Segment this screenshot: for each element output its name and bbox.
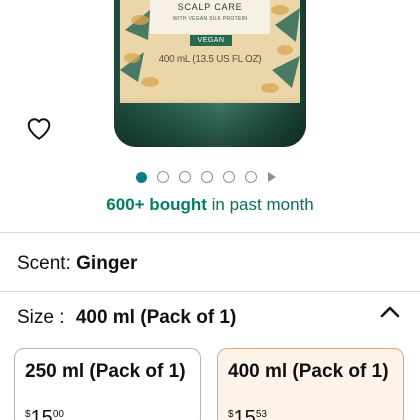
chevron-up-icon [380, 306, 400, 318]
carousel-dot-1[interactable] [136, 171, 147, 183]
price-currency: $ [228, 409, 234, 420]
carousel-dot-4[interactable] [201, 171, 213, 183]
vegan-badge: VEGAN [190, 35, 232, 46]
label-subtitle: WITH VEGAN SILK PROTEIN [172, 16, 248, 22]
size-option-label: 400 ml (Pack of 1) [228, 361, 389, 382]
size-option-400ml[interactable]: 400 ml (Pack of 1) $1553 [217, 348, 404, 420]
wishlist-button[interactable] [26, 116, 52, 142]
size-option-label: 250 ml (Pack of 1) [25, 361, 186, 382]
carousel-dot-5[interactable] [223, 171, 235, 183]
carousel-dot-3[interactable] [179, 171, 191, 183]
product-bottle-image[interactable]: SCALP CARE WITH VEGAN SILK PROTEIN VEGAN… [114, 0, 306, 147]
bottle-label: SCALP CARE WITH VEGAN SILK PROTEIN VEGAN… [120, 0, 300, 103]
label-title: SCALP CARE [177, 2, 243, 12]
purchase-count-text: 600+ bought in past month [0, 195, 420, 215]
price-currency: $ [25, 409, 31, 420]
purchase-count: 600+ bought [106, 195, 207, 214]
size-option-price: $1553 [228, 407, 267, 420]
collapse-size-button[interactable] [378, 302, 402, 322]
label-panel: SCALP CARE WITH VEGAN SILK PROTEIN [150, 0, 270, 34]
bottle-shadow [114, 97, 306, 147]
purchase-count-suffix: in past month [211, 195, 314, 214]
carousel-dot-6[interactable] [245, 171, 257, 183]
product-image-gallery[interactable]: SCALP CARE WITH VEGAN SILK PROTEIN VEGAN… [0, 0, 420, 232]
size-row[interactable]: Size : 400 ml (Pack of 1) [17, 307, 236, 329]
size-value: 400 ml (Pack of 1) [75, 307, 237, 328]
divider [0, 232, 420, 233]
size-option-price: $1500 [25, 407, 64, 420]
carousel-dot-2[interactable] [157, 171, 169, 183]
scent-value: Ginger [76, 253, 138, 274]
volume-text: 400 mL (13.5 US FL OZ) [158, 54, 262, 65]
scent-row[interactable]: Scent: Ginger [17, 253, 137, 275]
video-play-icon[interactable] [268, 172, 276, 182]
price-fraction: 53 [255, 409, 267, 420]
scent-label: Scent: [17, 253, 71, 274]
size-label: Size : [17, 307, 65, 328]
divider [0, 291, 420, 292]
image-carousel-indicators [136, 170, 276, 184]
price-whole: 15 [30, 407, 53, 420]
heart-icon [27, 118, 51, 140]
price-fraction: 00 [52, 409, 64, 420]
size-option-250ml[interactable]: 250 ml (Pack of 1) $1500 [14, 348, 201, 420]
price-whole: 15 [233, 407, 256, 420]
